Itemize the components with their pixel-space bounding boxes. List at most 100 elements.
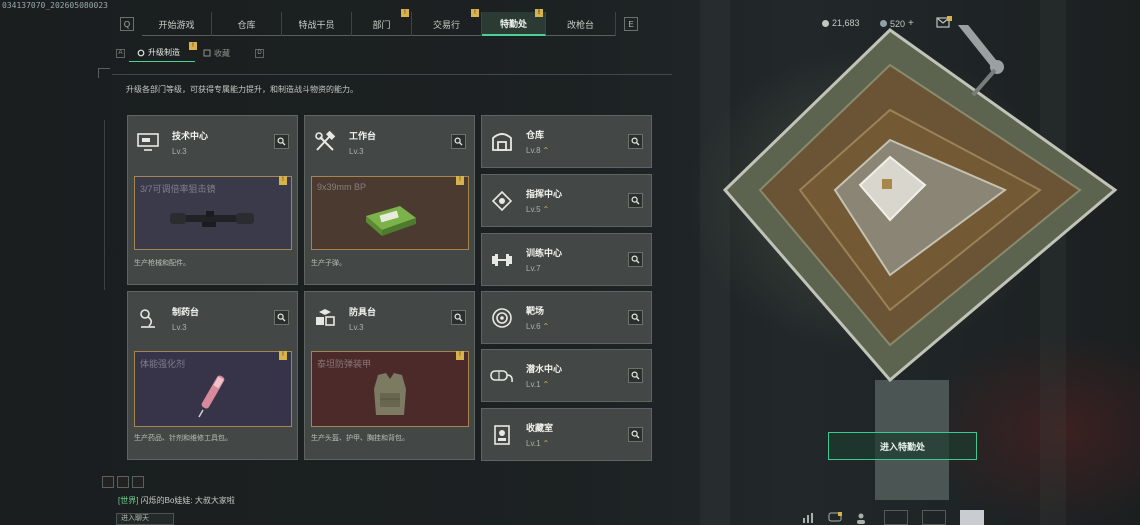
chat-input[interactable]: 进入聊天 <box>116 513 174 525</box>
production-slot[interactable]: 体能强化剂 ! <box>134 351 292 427</box>
facility-card-pharmacy[interactable]: 制药台 Lv.3 体能强化剂 ! 生产药品、针剂和维修工具包。 <box>127 291 298 460</box>
frame-rail <box>104 120 105 290</box>
facility-level: Lv.5 ⌃ <box>526 205 562 214</box>
notification-badge: ! <box>535 9 543 17</box>
facility-level: Lv.3 <box>172 147 208 156</box>
search-icon <box>631 196 640 205</box>
facility-card-armor-bench[interactable]: 防具台 Lv.3 泰坦防弹装甲 ! 生产头盔、护甲、胸挂和背包。 <box>304 291 475 460</box>
coin-icon <box>822 19 829 27</box>
facility-name: 收藏室 <box>526 423 554 433</box>
chat-tab-button[interactable] <box>132 476 144 488</box>
chat-bubble-icon[interactable] <box>828 511 842 524</box>
search-button[interactable] <box>628 193 643 208</box>
facility-level: Lv.6 ⌃ <box>526 322 549 331</box>
facility-name: 潜水中心 <box>526 364 563 374</box>
nav-next-key[interactable]: E <box>624 17 638 31</box>
facility-level: Lv.3 <box>349 323 376 332</box>
add-currency-button[interactable]: + <box>908 18 914 29</box>
facility-level: Lv.8 ⌃ <box>526 146 549 155</box>
coin-amount: 21,683 <box>832 18 860 28</box>
tab-department[interactable]: 部门! <box>352 9 412 36</box>
tab-label: 交易行 <box>432 19 460 30</box>
facility-card-training-center[interactable]: 训练中心 Lv.7 <box>481 233 652 286</box>
warehouse-icon <box>488 128 516 156</box>
page-description: 升级各部门等级，可获得专属能力提升，和制造战斗物资的能力。 <box>126 85 358 94</box>
notification-badge: ! <box>279 351 287 360</box>
tab-start-game[interactable]: 开始游戏 <box>142 12 212 36</box>
card-header: 指挥中心 Lv.5 ⌃ <box>482 175 651 226</box>
avatar[interactable] <box>960 510 984 525</box>
card-header: 技术中心 Lv.3 <box>128 116 297 168</box>
subtab-upgrade-manufacture[interactable]: 升级制造 ! <box>129 42 197 62</box>
level-text: Lv.3 <box>349 146 364 156</box>
tab-label: 特战干员 <box>298 19 335 30</box>
search-button[interactable] <box>451 134 466 149</box>
facility-name: 靶场 <box>526 306 545 316</box>
search-icon <box>277 137 286 146</box>
notification-badge: ! <box>456 351 464 360</box>
search-button[interactable] <box>628 134 643 149</box>
facility-name: 工作台 <box>349 130 377 141</box>
chat-tab-button[interactable] <box>117 476 129 488</box>
tab-operators[interactable]: 特战干员 <box>282 12 352 36</box>
search-button[interactable] <box>274 310 289 325</box>
mail-icon[interactable] <box>936 16 952 28</box>
sub-next-key[interactable]: D <box>255 48 264 58</box>
body-armor-icon <box>312 370 468 420</box>
search-button[interactable] <box>628 252 643 267</box>
nav-prev-key[interactable]: Q <box>120 17 134 31</box>
ammo-box-icon <box>312 195 468 243</box>
card-header: 防具台 Lv.3 <box>305 292 474 344</box>
chat-controls <box>102 476 144 488</box>
product-name: 3/7可调倍率狙击镜 <box>140 184 216 194</box>
menu-button[interactable] <box>884 510 908 525</box>
top-tab-row: 开始游戏 仓库 特战干员 部门! 交易行! 特勤处! 改枪台 <box>142 9 616 36</box>
sub-prev-key[interactable]: A <box>116 48 125 58</box>
stats-icon[interactable] <box>802 512 814 524</box>
subtab-label: 升级制造 <box>148 48 180 57</box>
chat-message: [世界] 闪烁的Bo娃娃: 大叔大家啦 <box>118 495 235 506</box>
search-button[interactable] <box>274 134 289 149</box>
tab-trade[interactable]: 交易行! <box>412 9 482 36</box>
tab-gunsmith[interactable]: 改枪台 <box>546 12 616 36</box>
settings-button[interactable] <box>922 510 946 525</box>
product-caption: 生产子弹。 <box>311 260 346 267</box>
search-button[interactable] <box>628 427 643 442</box>
production-slot[interactable]: 泰坦防弹装甲 ! <box>311 351 469 427</box>
production-slot[interactable]: 3/7可调倍率狙击镜 ! <box>134 176 292 250</box>
facility-card-collection-room[interactable]: 收藏室 Lv.1 ⌃ <box>481 408 652 461</box>
facility-card-tech-center[interactable]: 技术中心 Lv.3 3/7可调倍率狙击镜 ! 生产枪械和配件。 <box>127 115 298 285</box>
notification-badge: ! <box>471 9 479 17</box>
search-icon <box>631 137 640 146</box>
search-button[interactable] <box>628 368 643 383</box>
tab-warehouse[interactable]: 仓库 <box>212 12 282 36</box>
subtab-collection[interactable]: 收藏 <box>195 44 251 62</box>
tab-label: 仓库 <box>237 19 256 30</box>
facility-card-workbench[interactable]: 工作台 Lv.3 9x39mm BP ! 生产子弹。 <box>304 115 475 285</box>
facility-card-diving-center[interactable]: 潜水中心 Lv.1 ⌃ <box>481 349 652 402</box>
diving-icon <box>488 362 516 390</box>
level-text: Lv.6 <box>526 322 541 331</box>
top-navigation: Q 开始游戏 仓库 特战干员 部门! 交易行! 特勤处! 改枪台 E <box>112 9 646 36</box>
level-text: Lv.5 <box>526 205 541 214</box>
chat-tab-button[interactable] <box>102 476 114 488</box>
sub-navigation: A 升级制造 ! 收藏 D <box>112 42 268 62</box>
facility-card-warehouse[interactable]: 仓库 Lv.8 ⌃ <box>481 115 652 168</box>
enter-special-ops-button[interactable]: 进入特勤处 <box>828 432 977 460</box>
card-header: 仓库 Lv.8 ⌃ <box>482 116 651 167</box>
friends-icon[interactable] <box>856 512 870 524</box>
search-button[interactable] <box>451 310 466 325</box>
search-button[interactable] <box>628 310 643 325</box>
notification-badge: ! <box>456 176 464 185</box>
search-icon <box>277 313 286 322</box>
grid-icon <box>203 49 211 57</box>
coin-balance: 21,683 <box>822 18 860 28</box>
facility-card-shooting-range[interactable]: 靶场 Lv.6 ⌃ <box>481 291 652 344</box>
level-text: Lv.1 <box>526 439 541 448</box>
tab-special-ops[interactable]: 特勤处! <box>482 9 546 36</box>
facility-card-command-center[interactable]: 指挥中心 Lv.5 ⌃ <box>481 174 652 227</box>
product-name: 泰坦防弹装甲 <box>317 359 372 369</box>
production-slot[interactable]: 9x39mm BP ! <box>311 176 469 250</box>
ticket-icon <box>880 20 887 27</box>
facility-level: Lv.7 <box>526 264 562 273</box>
